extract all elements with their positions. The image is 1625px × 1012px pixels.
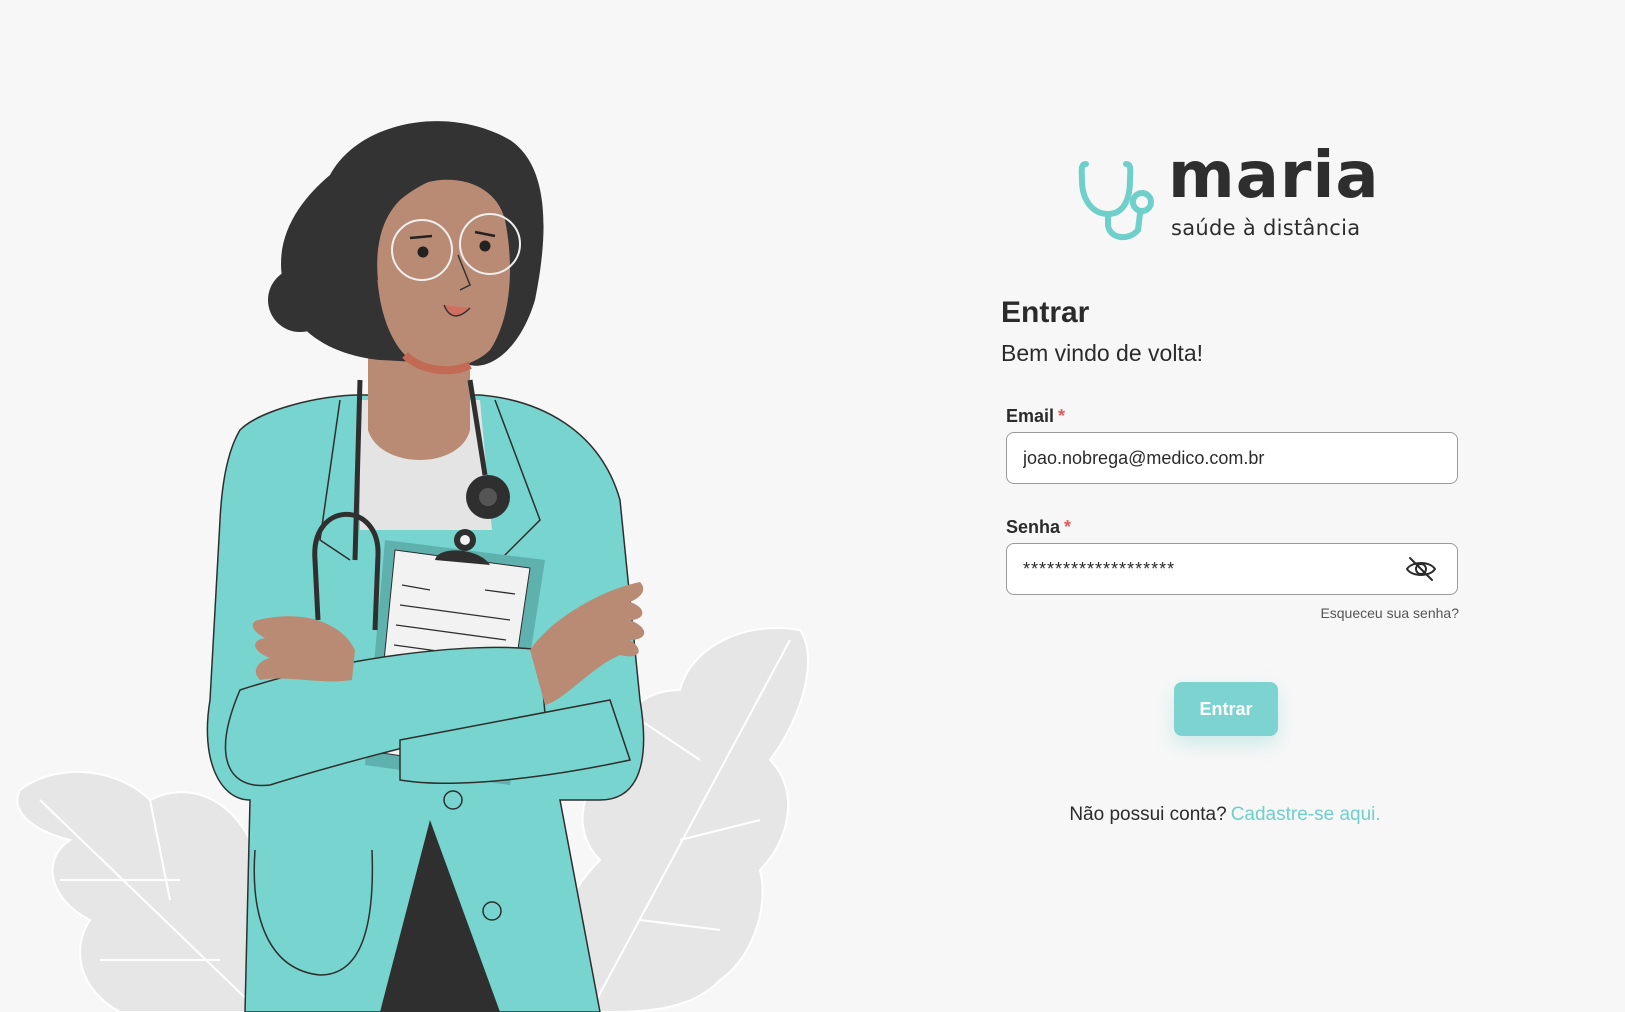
doctor-head [268, 121, 544, 375]
password-field[interactable] [1006, 543, 1458, 595]
forgot-password-link[interactable]: Esqueceu sua senha? [1300, 605, 1459, 621]
signup-row: Não possui conta? Cadastre-se aqui. [1000, 804, 1450, 826]
brand-tagline: saúde à distância [1171, 216, 1361, 240]
page-subtitle: Bem vindo de volta! [1001, 340, 1204, 366]
page-title: Entrar [1001, 296, 1090, 329]
eye-off-icon[interactable] [1404, 554, 1438, 584]
email-label-text: Email [1006, 406, 1055, 426]
email-required-marker: * [1058, 406, 1066, 426]
doctor-illustration [0, 0, 860, 1012]
signup-link[interactable]: Cadastre-se aqui. [1231, 804, 1381, 825]
password-label-text: Senha [1006, 517, 1061, 537]
password-required-marker: * [1064, 517, 1072, 537]
stethoscope-icon [1078, 161, 1154, 241]
brand-name: maria [1168, 139, 1380, 213]
brand-logo: maria saúde à distância [1078, 144, 1379, 252]
signup-prompt: Não possui conta? [1069, 804, 1227, 825]
email-field[interactable] [1006, 432, 1458, 484]
login-page: maria saúde à distância Entrar Bem vindo… [0, 0, 1625, 1012]
password-label: Senha * [1006, 517, 1071, 538]
login-button[interactable]: Entrar [1174, 682, 1278, 736]
email-label: Email * [1006, 406, 1065, 427]
